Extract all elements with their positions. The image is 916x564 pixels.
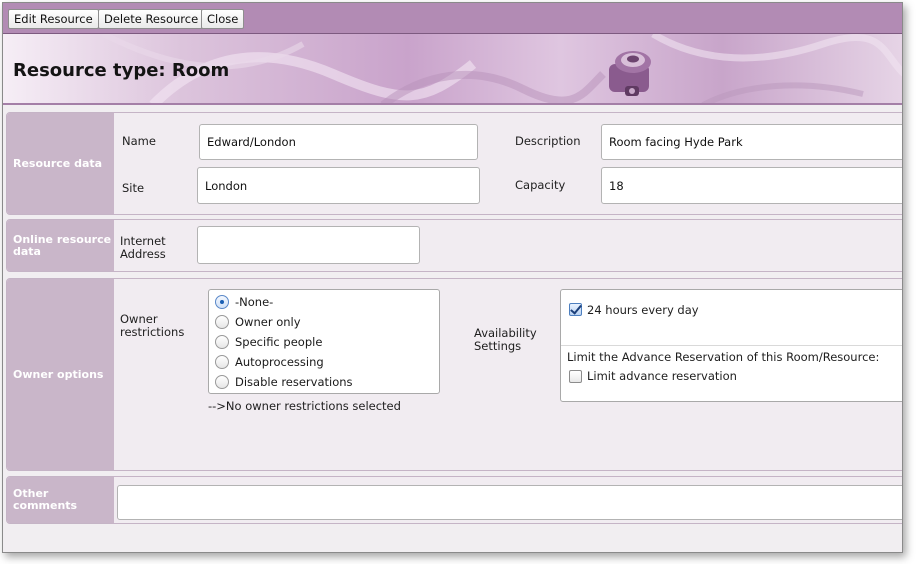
- other-comments-field[interactable]: [117, 485, 902, 520]
- description-field[interactable]: Room facing Hyde Park: [601, 124, 902, 160]
- name-field[interactable]: Edward/London: [199, 124, 478, 160]
- radio-label-none: -None-: [235, 295, 274, 309]
- radio-label-autoprocessing: Autoprocessing: [235, 355, 324, 369]
- resource-data-section: Resource data Name Edward/London Descrip…: [6, 112, 902, 215]
- capacity-field[interactable]: 18: [601, 167, 902, 204]
- section-label-other-comments: Other comments: [7, 477, 114, 523]
- radio-label-disable-reservations: Disable reservations: [235, 375, 353, 389]
- site-label: Site: [122, 181, 145, 195]
- section-label-online-resource: Online resource data: [7, 220, 114, 271]
- resource-window: Edit Resource Delete Resource Close Reso…: [2, 2, 903, 553]
- radio-button-disable-reservations[interactable]: [215, 375, 229, 389]
- site-field[interactable]: London: [197, 167, 480, 204]
- header-banner: Resource type: Room: [3, 34, 902, 105]
- description-label: Description: [515, 134, 581, 148]
- radio-option-none[interactable]: -None-: [215, 294, 273, 310]
- edit-resource-button[interactable]: Edit Resource: [8, 9, 99, 29]
- radio-button-specific-people[interactable]: [215, 335, 229, 349]
- limit-advance-checkbox[interactable]: [569, 370, 582, 383]
- owner-restrictions-group: -None- Owner only Specific people Autopr…: [208, 289, 440, 394]
- page-title: Resource type: Room: [13, 60, 230, 81]
- site-value: London: [205, 178, 248, 193]
- radio-option-disable-reservations[interactable]: Disable reservations: [215, 374, 353, 390]
- hours-every-day-label: 24 hours every day: [587, 303, 699, 317]
- availability-settings-label: Availability Settings: [474, 326, 537, 353]
- other-comments-section: Other comments: [6, 476, 902, 524]
- radio-label-specific-people: Specific people: [235, 335, 323, 349]
- delete-resource-button[interactable]: Delete Resource: [98, 9, 205, 29]
- availability-settings-panel: 24 hours every day Limit the Advance Res…: [560, 289, 902, 402]
- toolbar: Edit Resource Delete Resource Close: [3, 3, 902, 34]
- internet-address-field[interactable]: [197, 226, 420, 264]
- radio-label-owner-only: Owner only: [235, 315, 301, 329]
- owner-restriction-status: -->No owner restrictions selected: [208, 399, 401, 413]
- limit-advance-label: Limit advance reservation: [587, 369, 737, 383]
- limit-advance-heading: Limit the Advance Reservation of this Ro…: [567, 350, 880, 364]
- description-value: Room facing Hyde Park: [609, 135, 743, 149]
- radio-button-autoprocessing[interactable]: [215, 355, 229, 369]
- section-label-resource-data: Resource data: [7, 113, 114, 214]
- availability-divider: [561, 345, 902, 346]
- internet-address-label: Internet Address: [120, 234, 166, 261]
- radio-option-specific-people[interactable]: Specific people: [215, 334, 322, 350]
- owner-options-section: Owner options Owner restrictions -None- …: [6, 278, 902, 471]
- section-label-owner-options: Owner options: [7, 279, 114, 470]
- projector-icon: [609, 51, 651, 96]
- radio-button-owner-only[interactable]: [215, 315, 229, 329]
- radio-option-autoprocessing[interactable]: Autoprocessing: [215, 354, 324, 370]
- close-button[interactable]: Close: [201, 9, 245, 29]
- online-resource-section: Online resource data Internet Address: [6, 219, 902, 272]
- capacity-value: 18: [609, 178, 624, 193]
- hours-every-day-checkbox[interactable]: [569, 303, 582, 316]
- name-value: Edward/London: [207, 135, 296, 149]
- capacity-label: Capacity: [515, 178, 566, 192]
- name-label: Name: [122, 134, 156, 148]
- radio-option-owner-only[interactable]: Owner only: [215, 314, 301, 330]
- radio-button-none[interactable]: [215, 295, 229, 309]
- owner-restrictions-label: Owner restrictions: [120, 312, 185, 339]
